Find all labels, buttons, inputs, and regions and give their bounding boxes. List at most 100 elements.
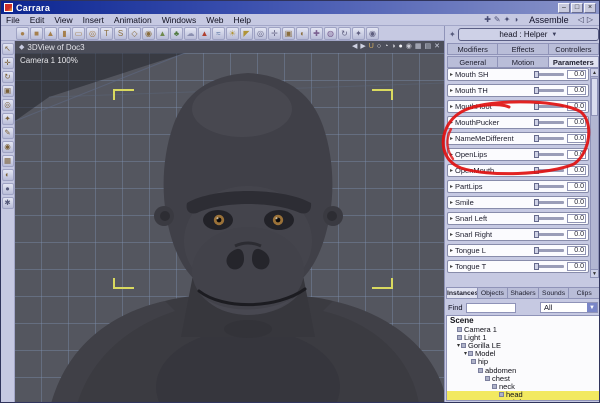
tab-effects[interactable]: Effects — [498, 43, 549, 55]
tab-instances[interactable]: Instances — [446, 287, 478, 299]
render-room-icon[interactable]: ◑ — [513, 15, 518, 25]
phong-mode-icon[interactable]: ● — [399, 42, 403, 52]
parameter-value-field[interactable]: 0.0 — [567, 102, 586, 111]
tree-item-abdomen[interactable]: abdomen — [447, 366, 599, 375]
parameter-slider[interactable] — [534, 71, 564, 78]
tab-sounds[interactable]: Sounds — [538, 287, 570, 299]
slider-thumb-icon[interactable] — [534, 199, 539, 206]
parameter-value-field[interactable]: 0.0 — [567, 230, 586, 239]
maximize-button[interactable]: □ — [571, 2, 583, 13]
physics-icon[interactable]: ◍ — [324, 26, 337, 40]
gouraud-mode-icon[interactable]: ◑ — [391, 42, 395, 52]
group-icon[interactable]: ▣ — [282, 26, 295, 40]
expander-icon[interactable]: ▸ — [450, 183, 453, 190]
title-bar[interactable]: Carrara – □ × — [1, 1, 599, 14]
tree-item-lefteye[interactable]: leftEye — [447, 398, 599, 400]
plane-primitive-icon[interactable]: ▭ — [72, 26, 85, 40]
spline-object-icon[interactable]: S — [114, 26, 127, 40]
helper-selector[interactable]: head : Helper ▼ — [457, 28, 599, 41]
gorilla-3d-scene[interactable] — [15, 53, 444, 403]
close-view-icon[interactable]: ✕ — [434, 42, 440, 52]
parameter-value-field[interactable]: 0.0 — [567, 262, 586, 271]
metaball-object-icon[interactable]: ◉ — [142, 26, 155, 40]
expander-icon[interactable]: ▸ — [450, 167, 453, 174]
eyedropper-icon[interactable]: ✎ — [1, 127, 14, 139]
wireframe-mode-icon[interactable]: ○ — [377, 42, 381, 52]
cylinder-primitive-icon[interactable]: ▮ — [58, 26, 71, 40]
slider-thumb-icon[interactable] — [534, 215, 539, 222]
parameter-value-field[interactable]: 0.0 — [567, 246, 586, 255]
expander-icon[interactable]: ▸ — [450, 119, 453, 126]
pencil-tool-icon[interactable]: ✎ — [494, 15, 501, 25]
slider-thumb-icon[interactable] — [534, 71, 539, 78]
parameter-slider[interactable] — [534, 231, 564, 238]
parameter-value-field[interactable]: 0.0 — [567, 214, 586, 223]
light-object-icon[interactable]: ☀ — [226, 26, 239, 40]
viewport-canvas[interactable]: Camera 1 100% — [15, 53, 444, 403]
cloud-object-icon[interactable]: ☁ — [184, 26, 197, 40]
viewport-header[interactable]: ◆ 3DView of Doc3 ◀ ▶ U ○ ◔ ◑ ● ◉ ▦ ▤ ✕ — [15, 41, 444, 53]
parameter-scrollbar[interactable]: ▲ ▼ — [590, 68, 599, 278]
parameter-value-field[interactable]: 0.0 — [567, 70, 586, 79]
parameter-slider[interactable] — [534, 247, 564, 254]
move-tool-icon[interactable]: ✛ — [1, 57, 14, 69]
parameter-slider[interactable] — [534, 87, 564, 94]
fountain-object-icon[interactable]: ≈ — [212, 26, 225, 40]
rotate-tool-icon[interactable]: ↻ — [1, 71, 14, 83]
slider-thumb-icon[interactable] — [534, 87, 539, 94]
slider-thumb-icon[interactable] — [534, 135, 539, 142]
menu-help[interactable]: Help — [229, 15, 256, 25]
vertex-object-icon[interactable]: ◇ — [128, 26, 141, 40]
fire-object-icon[interactable]: ▲ — [198, 26, 211, 40]
render-scene-icon[interactable]: ◉ — [366, 26, 379, 40]
close-button[interactable]: × — [584, 2, 596, 13]
display-options-icon[interactable]: ✱ — [1, 197, 14, 209]
wireframe-toggle-icon[interactable]: ▦ — [1, 155, 14, 167]
tab-general[interactable]: General — [447, 56, 499, 68]
expander-icon[interactable]: ▸ — [450, 151, 453, 158]
next-room-icon[interactable]: ▷ — [587, 15, 593, 25]
parameter-slider[interactable] — [534, 215, 564, 222]
wrench-tool-icon[interactable]: ✚ — [484, 15, 491, 25]
parameter-value-field[interactable]: 0.0 — [567, 198, 586, 207]
camera-object-icon[interactable]: ◎ — [254, 26, 267, 40]
move-tool-icon[interactable]: ✦ — [352, 26, 365, 40]
parameter-slider[interactable] — [534, 135, 564, 142]
textured-mode-icon[interactable]: ◉ — [406, 42, 412, 52]
parameter-slider[interactable] — [534, 103, 564, 110]
parameter-slider[interactable] — [534, 119, 564, 126]
parameter-value-field[interactable]: 0.0 — [567, 134, 586, 143]
parameter-value-field[interactable]: 0.0 — [567, 150, 586, 159]
tree-item-neck[interactable]: neck — [447, 382, 599, 391]
tab-objects[interactable]: Objects — [477, 287, 509, 299]
parameter-slider[interactable] — [534, 183, 564, 190]
slider-thumb-icon[interactable] — [534, 103, 539, 110]
parameter-slider[interactable] — [534, 167, 564, 174]
expander-icon[interactable]: ▸ — [450, 135, 453, 142]
expander-icon[interactable]: ▸ — [450, 215, 453, 222]
slider-thumb-icon[interactable] — [534, 167, 539, 174]
torus-primitive-icon[interactable]: ◎ — [86, 26, 99, 40]
render-preview-icon[interactable]: ● — [1, 183, 14, 195]
tree-item-gorilla-le[interactable]: ▾ Gorilla LE — [447, 341, 599, 350]
expander-icon[interactable]: ▸ — [450, 263, 453, 270]
flat-shade-mode-icon[interactable]: ◔ — [384, 42, 388, 52]
forward-arrow-icon[interactable]: ▶ — [360, 42, 365, 52]
slider-thumb-icon[interactable] — [534, 151, 539, 158]
menu-windows[interactable]: Windows — [157, 15, 201, 25]
zoom-tool-icon[interactable]: ◎ — [1, 99, 14, 111]
menu-view[interactable]: View — [49, 15, 77, 25]
tree-item-hip[interactable]: hip — [447, 357, 599, 366]
scroll-down-icon[interactable]: ▼ — [591, 269, 598, 277]
minimize-button[interactable]: – — [558, 2, 570, 13]
menu-insert[interactable]: Insert — [78, 15, 109, 25]
expander-icon[interactable]: ▸ — [450, 247, 453, 254]
expander-icon[interactable]: ▸ — [450, 71, 453, 78]
menu-file[interactable]: File — [1, 15, 25, 25]
grid-toggle-icon[interactable]: ▦ — [415, 42, 422, 52]
target-helper-icon[interactable]: ✛ — [268, 26, 281, 40]
magnet-icon[interactable]: U — [369, 42, 374, 52]
expander-icon[interactable]: ▸ — [450, 103, 453, 110]
filter-dropdown[interactable]: All ▼ — [540, 302, 598, 313]
expander-icon[interactable]: ▾ — [464, 350, 467, 357]
